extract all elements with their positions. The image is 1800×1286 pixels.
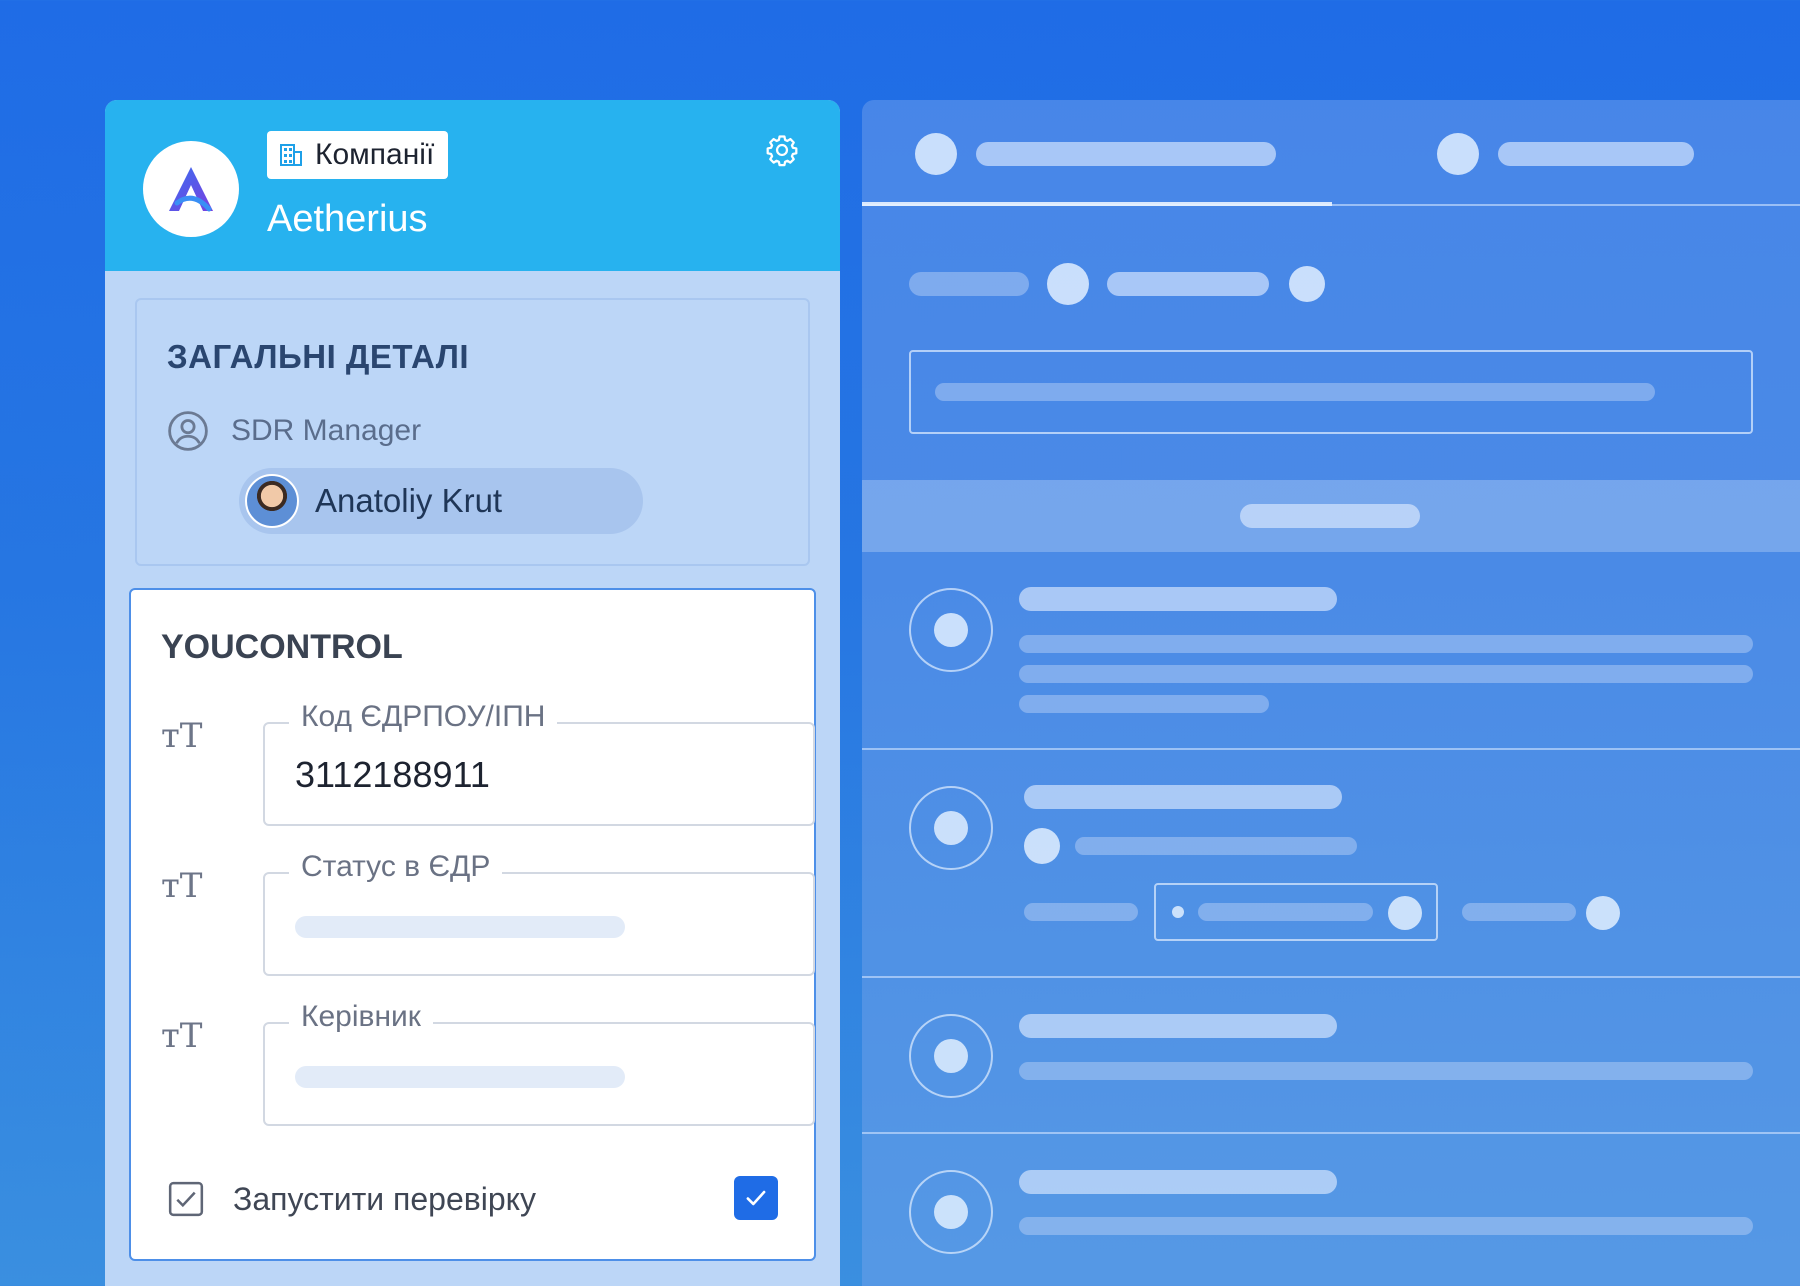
item-avatar-dot	[934, 1195, 968, 1229]
item-line-placeholder	[1019, 635, 1753, 653]
filter-placeholder	[909, 272, 1029, 296]
status-field-row: ᴛT Статус в ЄДР	[161, 850, 815, 976]
chip-line-placeholder	[1198, 903, 1373, 921]
avatar	[245, 474, 299, 528]
general-details-section: ЗАГАЛЬНІ ДЕТАЛІ SDR Manager Anatoliy Kru…	[135, 298, 810, 566]
assigned-user-chip[interactable]: Anatoliy Krut	[239, 468, 643, 534]
input-placeholder-line	[935, 383, 1655, 401]
edrpou-field-row: ᴛT Код ЄДРПОУ/ІПН 3112188911	[161, 700, 815, 826]
filter-placeholder-dot	[1289, 266, 1325, 302]
entity-type-tag[interactable]: Компанії	[267, 131, 449, 179]
gear-icon	[766, 135, 798, 167]
item-divider	[862, 1132, 1800, 1134]
field-label: Код ЄДРПОУ/ІПН	[289, 700, 558, 734]
item-line-placeholder	[1019, 1062, 1753, 1080]
settings-button[interactable]	[762, 130, 802, 170]
item-line-placeholder	[1462, 903, 1576, 921]
text-type-icon: ᴛT	[161, 1016, 203, 1056]
item-line-placeholder	[1019, 665, 1753, 683]
sdr-manager-label: SDR Manager	[231, 414, 422, 447]
director-field-row: ᴛT Керівник	[161, 1000, 815, 1126]
text-type-icon: ᴛT	[161, 716, 203, 756]
field-placeholder	[295, 916, 625, 938]
filter-placeholder	[1107, 272, 1269, 296]
item-avatar-dot	[934, 613, 968, 647]
entity-type-label: Компанії	[315, 138, 435, 171]
edrpou-field[interactable]: Код ЄДРПОУ/ІПН 3112188911	[263, 700, 815, 826]
run-check-row: Запустити перевірку	[167, 1180, 536, 1218]
item-avatar-dot	[934, 1039, 968, 1073]
item-line-placeholder	[1019, 1217, 1753, 1235]
band-placeholder	[1240, 504, 1420, 528]
item-line-placeholder	[1075, 837, 1357, 855]
sdr-manager-row: SDR Manager	[167, 410, 421, 452]
tab-placeholder[interactable]	[976, 142, 1276, 166]
company-logo	[143, 141, 239, 237]
item-title-placeholder	[1019, 1014, 1337, 1038]
panel-header: Компанії Aetherius	[105, 100, 840, 271]
field-label: Статус в ЄДР	[289, 850, 503, 884]
building-icon	[280, 144, 302, 166]
active-tab-indicator	[862, 202, 1332, 206]
item-placeholder-dot	[1024, 828, 1060, 864]
checkbox-icon	[168, 1181, 204, 1217]
item-title-placeholder	[1019, 587, 1337, 611]
item-placeholder-dot	[1586, 896, 1620, 930]
logo-mark-icon	[169, 167, 213, 212]
field-value: 3112188911	[295, 754, 490, 795]
status-field[interactable]: Статус в ЄДР	[263, 850, 815, 976]
details-panel-skeleton	[862, 100, 1800, 1286]
item-title-placeholder	[1024, 785, 1342, 809]
item-avatar-dot	[934, 811, 968, 845]
check-icon	[746, 1190, 766, 1206]
youcontrol-section: YOUCONTROL ᴛT Код ЄДРПОУ/ІПН 3112188911 …	[129, 588, 816, 1261]
tab-placeholder-dot	[915, 133, 957, 175]
item-line-placeholder	[1019, 695, 1269, 713]
field-label: Керівник	[289, 1000, 433, 1034]
item-divider	[862, 748, 1800, 750]
field-placeholder	[295, 1066, 625, 1088]
user-circle-icon	[168, 411, 208, 451]
director-field[interactable]: Керівник	[263, 1000, 815, 1126]
company-name: Aetherius	[267, 198, 428, 240]
run-check-label: Запустити перевірку	[233, 1180, 537, 1217]
chip-dot	[1172, 906, 1184, 918]
item-line-placeholder	[1024, 903, 1138, 921]
run-check-checkbox[interactable]	[734, 1176, 778, 1220]
section-title: ЗАГАЛЬНІ ДЕТАЛІ	[167, 338, 470, 375]
section-title: YOUCONTROL	[161, 628, 403, 666]
user-name: Anatoliy Krut	[315, 482, 503, 519]
company-panel: Компанії Aetherius ЗАГАЛЬНІ ДЕТАЛІ SDR M…	[105, 100, 840, 1286]
text-type-icon: ᴛT	[161, 866, 203, 906]
item-title-placeholder	[1019, 1170, 1337, 1194]
item-divider	[862, 976, 1800, 978]
tab-placeholder[interactable]	[1498, 142, 1694, 166]
chip-avatar-dot	[1388, 896, 1422, 930]
tab-placeholder-dot	[1437, 133, 1479, 175]
filter-placeholder-dot	[1047, 263, 1089, 305]
